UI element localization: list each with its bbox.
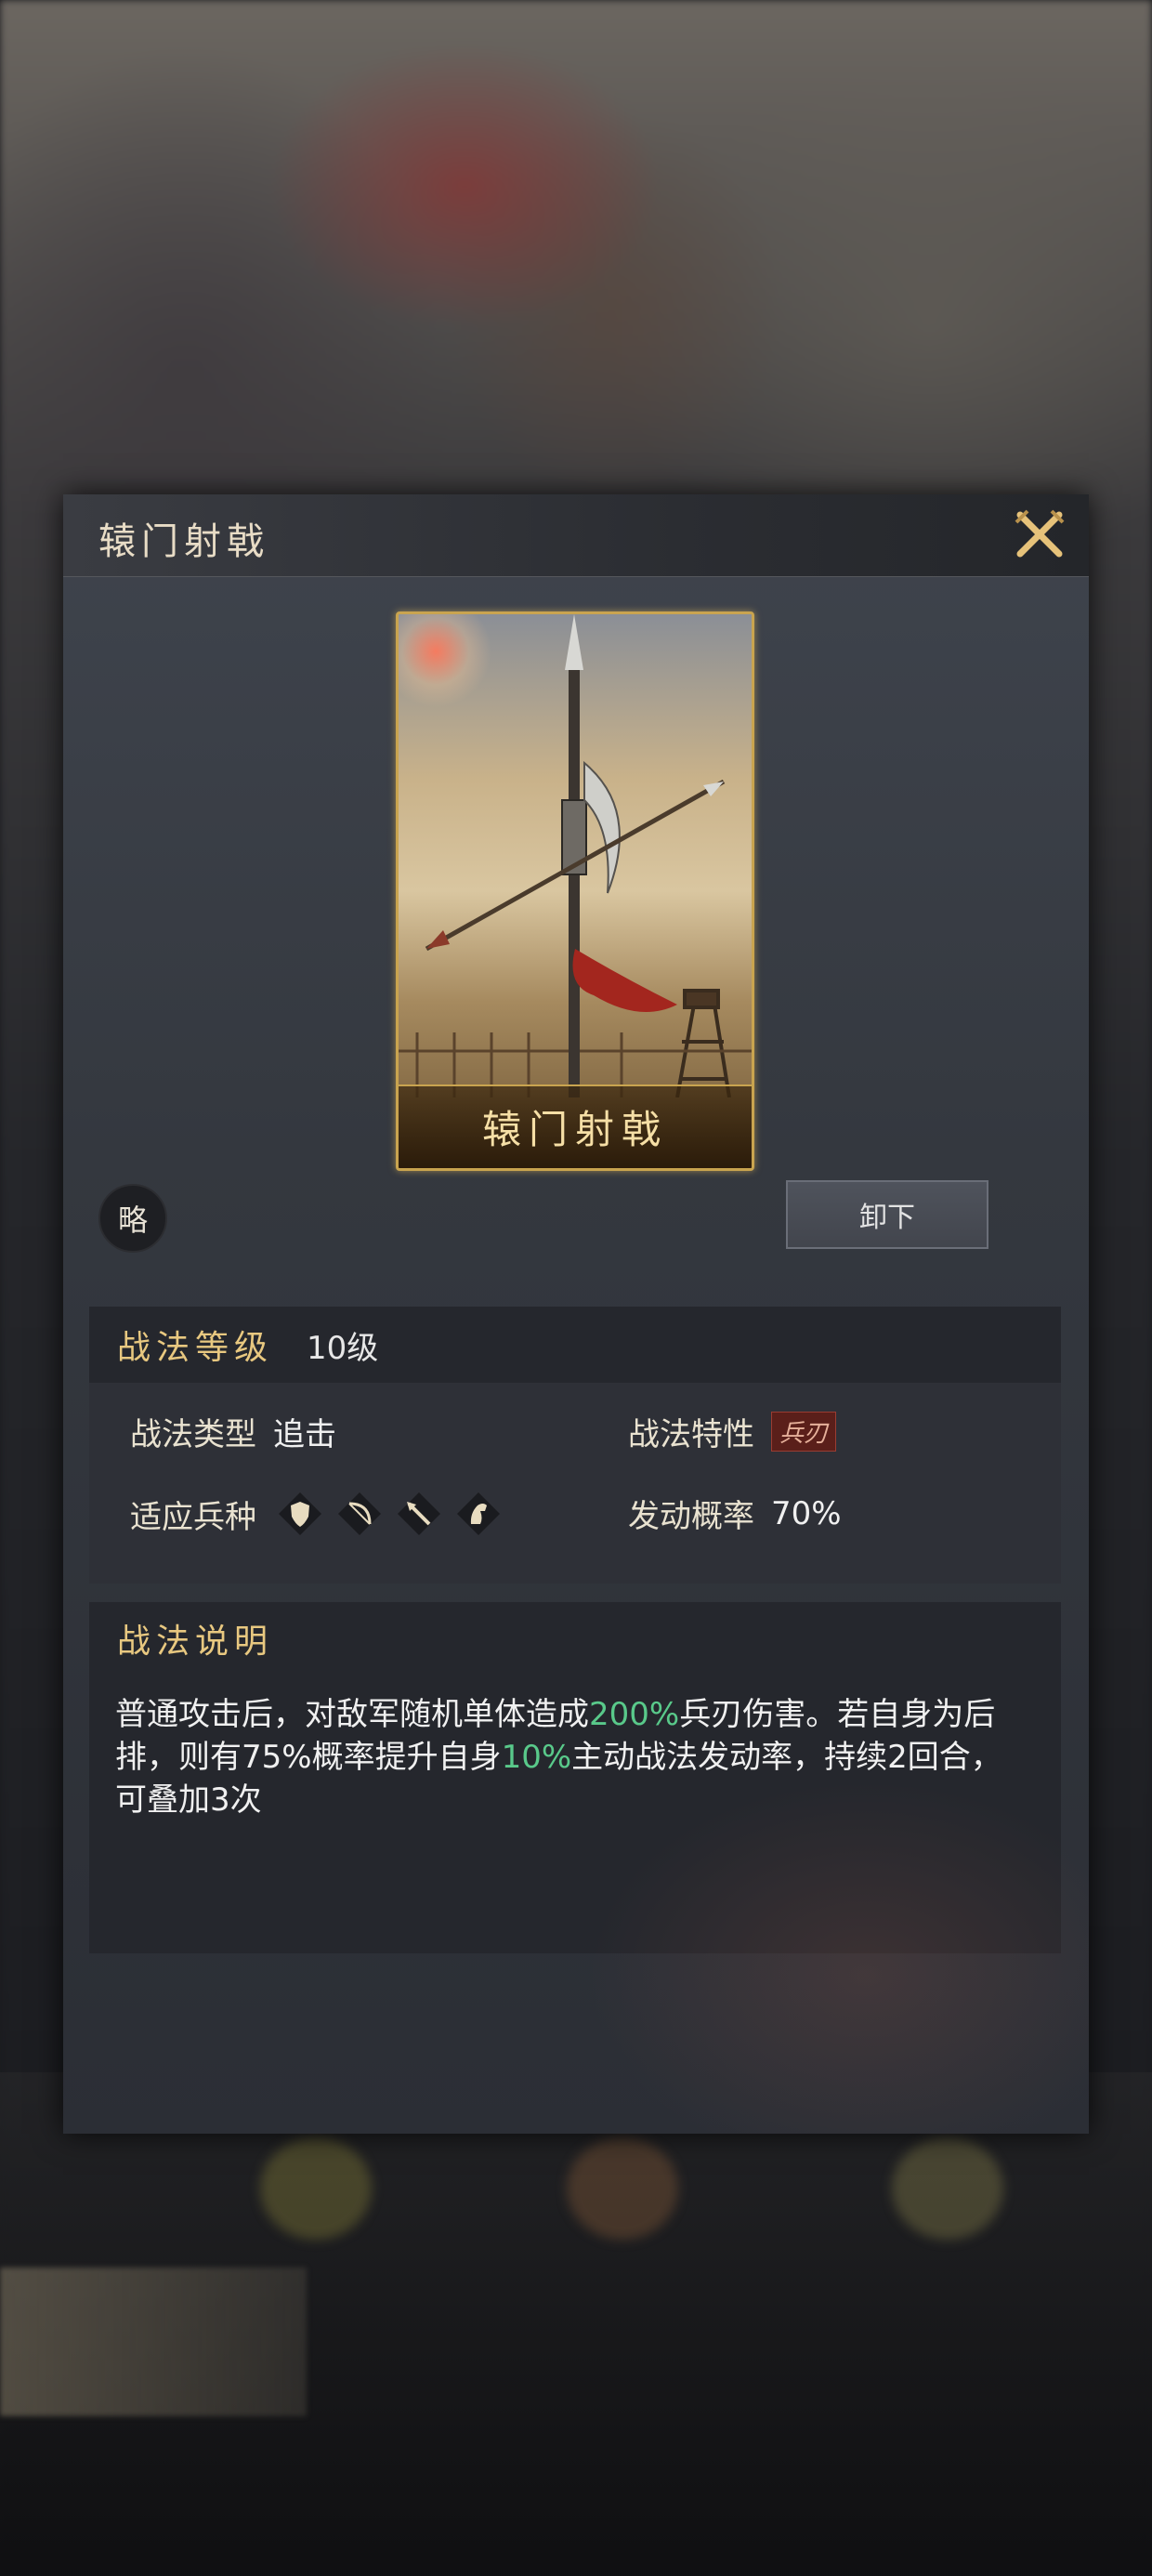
skill-detail-dialog: 辕门射戟 辕门射戟 略 卸下 战法等级 10级 战法类型 追击 战法特性 兵刃 … — [63, 494, 1089, 2134]
level-section: 战法等级 10级 战法类型 追击 战法特性 兵刃 适应兵种 发动概率 70% — [89, 1307, 1061, 1584]
troop-type-label: 适应兵种 — [130, 1498, 256, 1536]
background-tab — [0, 2267, 307, 2416]
bow-icon — [338, 1492, 381, 1535]
close-button[interactable] — [1011, 506, 1068, 563]
shield-icon — [279, 1492, 321, 1535]
skill-trait-label: 战法特性 — [628, 1416, 754, 1453]
skill-trait-row: 战法特性 兵刃 — [628, 1409, 837, 1454]
description-text: 普通攻击后，对敌军随机单体造成200%兵刃伤害。若自身为后排，则有75%概率提升… — [115, 1693, 1033, 1821]
description-title: 战法说明 — [117, 1623, 274, 1661]
troop-type-row: 适应兵种 — [130, 1491, 502, 1537]
description-header: 战法说明 — [89, 1602, 1061, 1675]
level-header: 战法等级 10级 — [89, 1307, 1061, 1383]
crossed-swords-close-icon — [1015, 509, 1065, 558]
skill-type-label: 战法类型 — [130, 1416, 256, 1453]
level-value: 10级 — [307, 1329, 379, 1367]
spear-icon — [398, 1492, 440, 1535]
trigger-rate-row: 发动概率 70% — [628, 1491, 842, 1536]
horse-icon — [457, 1492, 500, 1535]
skill-type-row: 战法类型 追击 — [130, 1409, 336, 1454]
dialog-title: 辕门射戟 — [98, 520, 269, 563]
level-title: 战法等级 — [117, 1329, 274, 1367]
rate-highlight: 10% — [501, 1739, 572, 1776]
unequip-button[interactable]: 卸下 — [786, 1180, 988, 1249]
description-section: 战法说明 普通攻击后，对敌军随机单体造成200%兵刃伤害。若自身为后排，则有75… — [89, 1602, 1061, 1953]
background-blob — [260, 2137, 372, 2240]
dialog-header: 辕门射戟 — [63, 494, 1089, 577]
description-part: 普通攻击后，对敌军随机单体造成 — [115, 1696, 589, 1733]
attributes-panel: 战法类型 追击 战法特性 兵刃 适应兵种 发动概率 70% — [89, 1383, 1061, 1584]
skill-card: 辕门射戟 — [396, 611, 754, 1171]
damage-highlight: 200% — [589, 1696, 680, 1733]
description-body: 普通攻击后，对敌军随机单体造成200%兵刃伤害。若自身为后排，则有75%概率提升… — [89, 1675, 1061, 1953]
background-blob — [567, 2137, 678, 2240]
background-blob — [892, 2137, 1003, 2240]
trait-tag: 兵刃 — [771, 1412, 837, 1452]
trigger-rate-label: 发动概率 — [628, 1498, 754, 1535]
trigger-rate-value: 70% — [771, 1494, 842, 1532]
skill-type-value: 追击 — [273, 1416, 336, 1453]
card-name: 辕门射戟 — [481, 1107, 668, 1152]
halberd-arrow-artwork — [399, 614, 752, 1097]
skill-category-badge: 略 — [98, 1184, 167, 1253]
